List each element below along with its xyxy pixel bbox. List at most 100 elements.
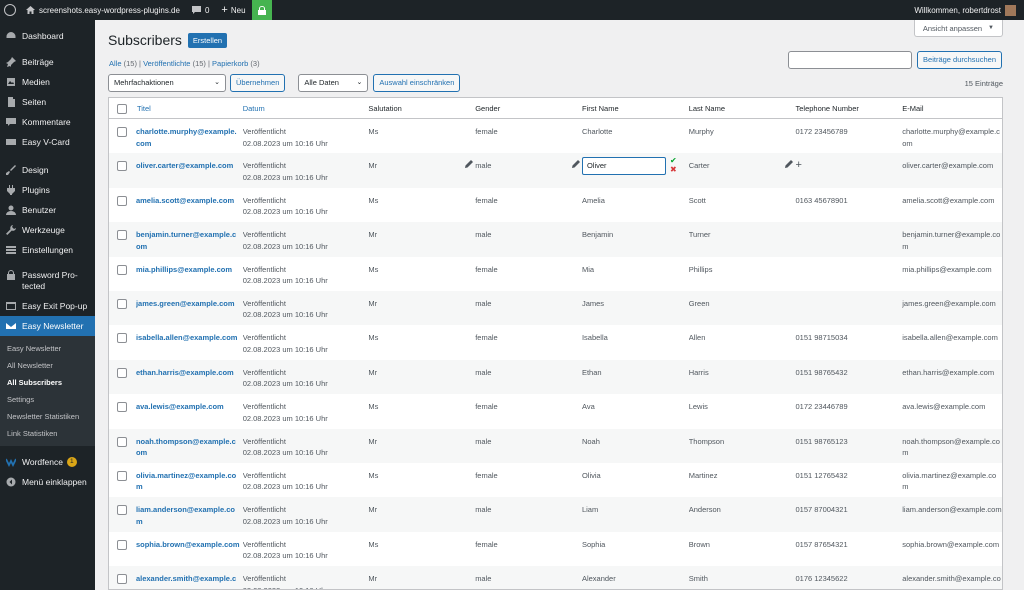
add-value-plus-icon[interactable]: + bbox=[795, 160, 801, 171]
title-link[interactable]: isabella.allen@example.com bbox=[136, 332, 243, 359]
telephone-text: 0163 45678901 bbox=[795, 195, 848, 205]
sidebar-item-exit-popup[interactable]: Easy Exit Pop-up bbox=[0, 296, 95, 316]
sidebar-item-comments[interactable]: Kommentare bbox=[0, 112, 95, 132]
filter-button[interactable]: Auswahl einschränken bbox=[373, 74, 461, 92]
column-date[interactable]: Datum bbox=[243, 104, 369, 113]
comments-link[interactable]: 0 bbox=[186, 0, 215, 20]
row-checkbox[interactable] bbox=[117, 264, 128, 275]
submenu-newsletter-statistics[interactable]: Newsletter Statistiken bbox=[0, 408, 95, 425]
row-select-cell bbox=[109, 298, 136, 325]
first-name-edit-input[interactable]: Oliver bbox=[581, 157, 666, 176]
sidebar-item-dashboard[interactable]: Dashboard bbox=[0, 26, 95, 46]
date-text: 02.08.2023 um 10:16 Uhr bbox=[242, 207, 328, 217]
row-checkbox[interactable] bbox=[117, 298, 128, 309]
title-link[interactable]: james.green@example.com bbox=[136, 298, 243, 325]
row-checkbox[interactable] bbox=[117, 161, 128, 172]
sidebar-item-posts[interactable]: Beiträge bbox=[0, 52, 95, 72]
sidebar-item-settings[interactable]: Einstellungen bbox=[0, 240, 95, 260]
home-icon bbox=[26, 6, 35, 14]
salutation-text: Mr bbox=[368, 436, 378, 446]
column-title[interactable]: Titel bbox=[136, 104, 243, 113]
sidebar-item-media[interactable]: Medien bbox=[0, 72, 95, 92]
title-link[interactable]: sophia.brown@example.com bbox=[136, 539, 243, 566]
view-published[interactable]: Veröffentlichte bbox=[143, 59, 190, 68]
create-button[interactable]: Erstellen bbox=[187, 32, 228, 48]
greeting[interactable]: Willkommen, robertdrost bbox=[914, 6, 1001, 15]
row-checkbox[interactable] bbox=[117, 402, 128, 413]
search-input[interactable] bbox=[788, 51, 913, 69]
title-link[interactable]: ava.lewis@example.com bbox=[136, 401, 243, 428]
title-link[interactable]: benjamin.turner@example.com bbox=[136, 229, 243, 256]
telephone-text: 0151 98765432 bbox=[795, 367, 848, 377]
sidebar-item-design[interactable]: Design bbox=[0, 160, 95, 180]
sidebar-item-password-protected[interactable]: Password Pro- tected bbox=[0, 266, 95, 294]
gender-text: female bbox=[475, 264, 498, 274]
title-link[interactable]: alexander.smith@example.com bbox=[136, 573, 243, 589]
pencil-edit-icon[interactable] bbox=[571, 160, 580, 172]
row-checkbox[interactable] bbox=[117, 470, 128, 481]
sidebar-item-users[interactable]: Benutzer bbox=[0, 200, 95, 220]
title-link[interactable]: noah.thompson@example.com bbox=[136, 436, 243, 463]
date-filter-value: Alle Daten bbox=[304, 78, 339, 87]
bulk-actions-select[interactable]: Mehrfachaktionen ⌄ bbox=[108, 74, 226, 92]
cancel-x-icon[interactable]: ✖ bbox=[670, 165, 677, 174]
row-checkbox[interactable] bbox=[117, 505, 128, 516]
date-filter-select[interactable]: Alle Daten ⌄ bbox=[298, 74, 369, 92]
telephone-cell: 0151 98715034 bbox=[795, 332, 902, 359]
confirm-check-icon[interactable]: ✔ bbox=[670, 156, 677, 165]
apply-button[interactable]: Übernehmen bbox=[230, 74, 286, 92]
row-checkbox[interactable] bbox=[117, 195, 128, 206]
title-link[interactable]: liam.anderson@example.com bbox=[136, 504, 243, 531]
search-button[interactable]: Beiträge durchsuchen bbox=[917, 51, 1002, 69]
title-link[interactable]: charlotte.murphy@example.com bbox=[136, 126, 243, 153]
sidebar-item-wordfence[interactable]: Wordfence 1 bbox=[0, 452, 95, 472]
sidebar-label: Wordfence bbox=[22, 457, 63, 467]
salutation-cell: Mr bbox=[368, 573, 475, 589]
screen-options-button[interactable]: Ansicht anpassen ▼ bbox=[913, 20, 1003, 37]
title-link[interactable]: amelia.scott@example.com bbox=[136, 195, 243, 222]
lock-icon[interactable] bbox=[251, 0, 272, 20]
submenu-all-newsletter[interactable]: All Newsletter bbox=[0, 357, 95, 374]
table-row: ava.lewis@example.com Veröffentlicht 02.08… bbox=[109, 394, 1002, 428]
row-checkbox[interactable] bbox=[117, 539, 128, 550]
row-checkbox[interactable] bbox=[117, 230, 128, 241]
sidebar-item-tools[interactable]: Werkzeuge bbox=[0, 220, 95, 240]
pencil-edit-icon[interactable] bbox=[465, 160, 474, 172]
row-checkbox[interactable] bbox=[117, 574, 128, 585]
collapse-menu[interactable]: Menü einklappen bbox=[0, 472, 95, 492]
title-link[interactable]: ethan.harris@example.com bbox=[136, 367, 243, 394]
row-checkbox[interactable] bbox=[117, 367, 128, 378]
select-all-checkbox[interactable] bbox=[117, 103, 128, 114]
title-link[interactable]: olivia.martinez@example.com bbox=[136, 470, 243, 497]
view-all[interactable]: Alle bbox=[109, 59, 122, 68]
new-label: Neu bbox=[230, 5, 246, 15]
sidebar-item-pages[interactable]: Seiten bbox=[0, 92, 95, 112]
site-name-link[interactable]: screenshots.easy-wordpress-plugins.de bbox=[20, 0, 186, 20]
view-published-count: (15) bbox=[192, 59, 206, 68]
new-content-link[interactable]: + Neu bbox=[215, 0, 251, 20]
row-checkbox[interactable] bbox=[117, 436, 128, 447]
pencil-edit-icon[interactable] bbox=[785, 160, 794, 172]
submenu-link-statistics[interactable]: Link Statistiken bbox=[0, 425, 95, 442]
row-checkbox[interactable] bbox=[117, 127, 128, 137]
row-checkbox[interactable] bbox=[117, 333, 128, 344]
title-link[interactable]: mia.phillips@example.com bbox=[136, 264, 243, 291]
title-link[interactable]: oliver.carter@example.com bbox=[136, 160, 243, 187]
sidebar-item-vcard[interactable]: Easy V-Card bbox=[0, 132, 95, 152]
submenu-all-subscribers[interactable]: All Subscribers bbox=[0, 374, 95, 391]
submenu-settings[interactable]: Settings bbox=[0, 391, 95, 408]
sidebar-item-easy-newsletter[interactable]: Easy Newsletter bbox=[0, 316, 95, 336]
last-name-cell: Murphy bbox=[689, 126, 796, 153]
last-name-text: Murphy bbox=[688, 127, 714, 136]
last-name-text: Lewis bbox=[688, 402, 708, 412]
last-name-cell: Turner bbox=[689, 229, 796, 256]
telephone-cell: 0157 87654321 bbox=[795, 539, 902, 566]
submenu-easy-newsletter[interactable]: Easy Newsletter bbox=[0, 340, 95, 357]
salutation-cell: Mr bbox=[368, 298, 475, 325]
wordpress-logo-icon[interactable] bbox=[0, 0, 20, 20]
avatar[interactable] bbox=[1005, 4, 1016, 16]
date-cell: Veröffentlicht 02.08.2023 um 10:16 Uhr bbox=[243, 436, 369, 463]
first-name-cell: Mia bbox=[581, 264, 595, 274]
sidebar-item-plugins[interactable]: Plugins bbox=[0, 180, 95, 200]
view-trash[interactable]: Papierkorb bbox=[212, 59, 248, 68]
